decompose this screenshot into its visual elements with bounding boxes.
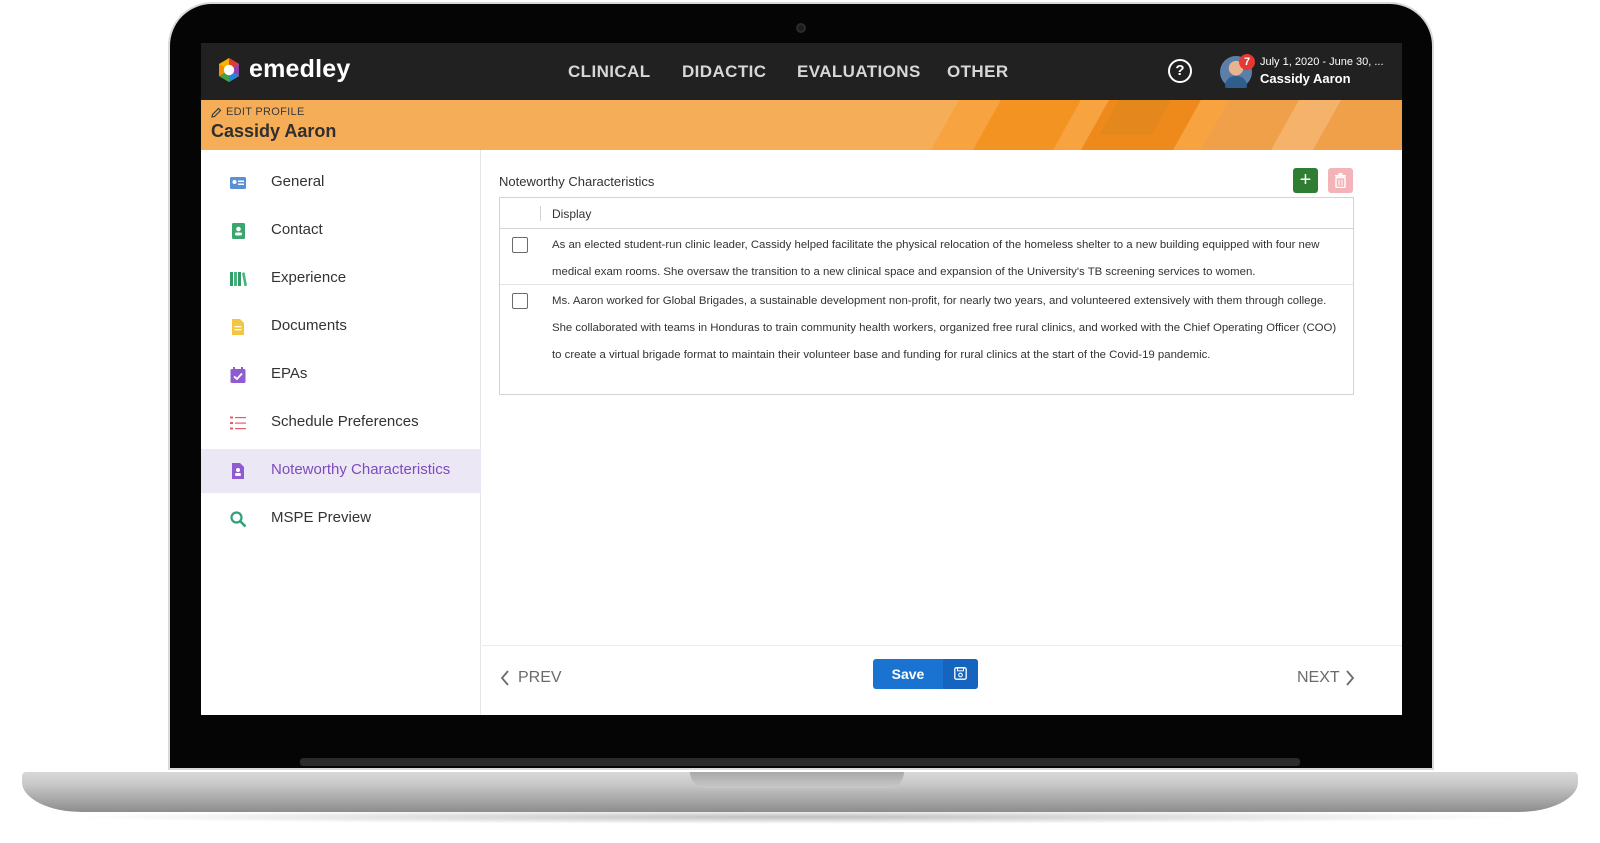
sidebar-item-label: Contact — [271, 221, 323, 238]
books-icon — [230, 272, 247, 287]
sidebar-item-epas[interactable]: EPAs — [201, 353, 481, 397]
sidebar-item-label: Noteworthy Characteristics — [271, 461, 451, 478]
sidebar-item-label: EPAs — [271, 365, 308, 382]
sidebar-item-schedule-preferences[interactable]: Schedule Preferences — [201, 401, 481, 445]
sidebar-item-documents[interactable]: Documents — [201, 305, 481, 349]
webcam — [796, 23, 806, 33]
academic-year[interactable]: July 1, 2020 - June 30, ... — [1260, 56, 1390, 68]
document-icon — [232, 319, 244, 335]
laptop-screen: emedley CLINICAL DIDACTIC EVALUATIONS OT… — [201, 43, 1402, 715]
save-label: Save — [891, 666, 925, 682]
sidebar-item-mspe-preview[interactable]: MSPE Preview — [201, 497, 481, 541]
brand-name[interactable]: emedley — [249, 55, 350, 84]
row-display-text: Ms. Aaron worked for Global Brigades, a … — [552, 295, 1337, 361]
person-document-icon — [232, 463, 244, 479]
sidebar-item-label: Documents — [271, 317, 347, 334]
nav-other[interactable]: OTHER — [947, 62, 1009, 82]
sidebar-item-experience[interactable]: Experience — [201, 257, 481, 301]
search-icon — [230, 511, 247, 528]
next-label: NEXT — [1297, 669, 1340, 686]
section-title: Noteworthy Characteristics — [499, 174, 655, 189]
main-panel: Noteworthy Characteristics + Display As … — [482, 150, 1402, 715]
prev-label: PREV — [518, 669, 562, 686]
characteristics-table: Display As an elected student-run clinic… — [499, 197, 1354, 395]
sidebar-item-noteworthy-characteristics[interactable]: Noteworthy Characteristics — [201, 449, 481, 493]
sidebar-item-label: Experience — [271, 269, 347, 286]
laptop-hinge — [300, 758, 1300, 766]
column-separator — [540, 206, 541, 221]
table-row[interactable]: As an elected student-run clinic leader,… — [500, 229, 1353, 285]
floppy-disk-icon — [954, 667, 967, 680]
top-bar: emedley CLINICAL DIDACTIC EVALUATIONS OT… — [201, 43, 1402, 100]
save-button[interactable]: Save — [873, 659, 978, 689]
id-card-icon — [230, 177, 246, 189]
nav-evaluations[interactable]: EVALUATIONS — [797, 62, 921, 82]
row-checkbox[interactable] — [512, 237, 528, 253]
sidebar: General Contact Experience Documents EPA… — [201, 150, 481, 715]
trash-icon — [1335, 173, 1346, 188]
emedley-logo-icon — [219, 58, 239, 82]
sidebar-item-label: General — [271, 173, 325, 190]
column-header-display[interactable]: Display — [552, 207, 591, 221]
nav-didactic[interactable]: DIDACTIC — [682, 62, 766, 82]
banner-decoration — [931, 100, 1402, 150]
pencil-icon[interactable] — [211, 107, 222, 118]
add-button[interactable]: + — [1293, 168, 1318, 193]
calendar-check-icon — [230, 367, 246, 383]
chevron-right-icon — [1346, 670, 1355, 686]
chevron-left-icon — [500, 670, 509, 686]
laptop-notch — [690, 772, 904, 788]
edit-profile-link[interactable]: EDIT PROFILE — [226, 106, 305, 118]
sidebar-item-label: Schedule Preferences — [271, 413, 419, 430]
table-row[interactable]: Ms. Aaron worked for Global Brigades, a … — [500, 285, 1353, 395]
sidebar-item-label: MSPE Preview — [271, 509, 372, 526]
laptop-shadow — [60, 810, 1540, 824]
sidebar-item-contact[interactable]: Contact — [201, 209, 481, 253]
notification-badge: 7 — [1239, 54, 1255, 70]
help-icon[interactable]: ? — [1168, 59, 1192, 83]
save-icon-button[interactable] — [943, 659, 978, 689]
profile-banner: EDIT PROFILE Cassidy Aaron — [201, 100, 1402, 150]
contact-book-icon — [232, 223, 245, 239]
nav-clinical[interactable]: CLINICAL — [568, 62, 651, 82]
footer-bar: PREV Save NEXT — [482, 645, 1402, 715]
table-header: Display — [500, 198, 1353, 229]
profile-name: Cassidy Aaron — [211, 121, 337, 141]
sidebar-item-general[interactable]: General — [201, 161, 481, 205]
list-icon — [230, 416, 246, 430]
row-display-text: As an elected student-run clinic leader,… — [552, 239, 1320, 278]
user-name[interactable]: Cassidy Aaron — [1260, 71, 1351, 86]
delete-button[interactable] — [1328, 168, 1353, 193]
row-checkbox[interactable] — [512, 293, 528, 309]
avatar-shirt — [1225, 76, 1247, 88]
